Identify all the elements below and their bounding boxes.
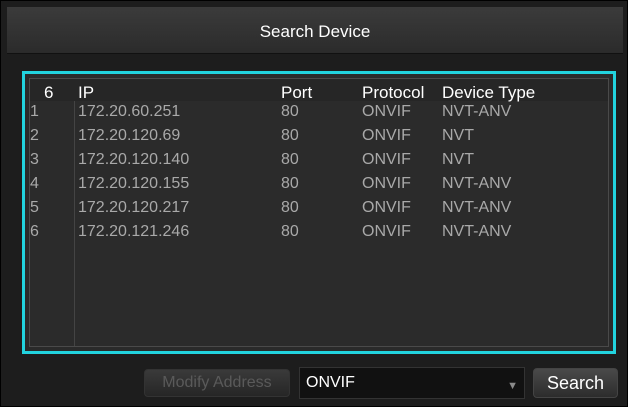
table-row[interactable]: 2 172.20.120.69 80 ONVIF NVT [30, 126, 608, 146]
search-device-dialog: Search Device 6 IP Port Protocol Device … [0, 0, 628, 407]
modify-address-button[interactable]: Modify Address [144, 369, 290, 397]
row-number: 5 [30, 199, 39, 216]
row-port: 80 [281, 151, 299, 168]
row-protocol: ONVIF [362, 151, 411, 168]
row-device-type: NVT-ANV [442, 175, 512, 192]
row-ip: 172.20.120.155 [78, 175, 190, 192]
chevron-down-icon[interactable]: ▼ [507, 380, 518, 392]
row-ip: 172.20.60.251 [78, 103, 181, 120]
column-header-port[interactable]: Port [281, 83, 312, 103]
row-device-type: NVT [442, 127, 474, 144]
row-number: 6 [30, 223, 39, 240]
row-number: 4 [30, 175, 39, 192]
search-button[interactable]: Search [533, 368, 618, 398]
protocol-select[interactable]: ONVIF ▼ [299, 367, 525, 399]
row-protocol: ONVIF [362, 175, 411, 192]
row-port: 80 [281, 223, 299, 240]
protocol-select-value: ONVIF [306, 374, 355, 391]
dialog-title: Search Device [259, 22, 371, 41]
row-number: 3 [30, 151, 39, 168]
table-header: 6 IP Port Protocol Device Type [30, 79, 608, 103]
row-ip: 172.20.120.140 [78, 151, 190, 168]
row-ip: 172.20.120.217 [78, 199, 190, 216]
device-count: 6 [44, 83, 54, 102]
column-header-ip[interactable]: IP [78, 83, 94, 103]
row-ip: 172.20.121.246 [78, 223, 190, 240]
footer-bar: Modify Address ONVIF ▼ Search [1, 359, 628, 408]
table-row[interactable]: 1 172.20.60.251 80 ONVIF NVT-ANV [30, 102, 608, 122]
row-protocol: ONVIF [362, 103, 411, 120]
table-row[interactable]: 3 172.20.120.140 80 ONVIF NVT [30, 150, 608, 170]
table-row[interactable]: 4 172.20.120.155 80 ONVIF NVT-ANV [30, 174, 608, 194]
row-number: 2 [30, 127, 39, 144]
column-header-protocol[interactable]: Protocol [362, 83, 424, 103]
row-port: 80 [281, 103, 299, 120]
row-port: 80 [281, 175, 299, 192]
table-row[interactable]: 5 172.20.120.217 80 ONVIF NVT-ANV [30, 198, 608, 218]
row-number: 1 [30, 103, 39, 120]
row-ip: 172.20.120.69 [78, 127, 181, 144]
row-protocol: ONVIF [362, 127, 411, 144]
row-device-type: NVT-ANV [442, 223, 512, 240]
row-device-type: NVT [442, 151, 474, 168]
table-row[interactable]: 6 172.20.121.246 80 ONVIF NVT-ANV [30, 222, 608, 242]
row-device-type: NVT-ANV [442, 103, 512, 120]
row-device-type: NVT-ANV [442, 199, 512, 216]
row-protocol: ONVIF [362, 199, 411, 216]
row-port: 80 [281, 199, 299, 216]
row-protocol: ONVIF [362, 223, 411, 240]
column-header-device-type[interactable]: Device Type [442, 83, 535, 103]
device-table[interactable]: 6 IP Port Protocol Device Type 1 172.20.… [22, 71, 616, 354]
row-port: 80 [281, 127, 299, 144]
title-bar[interactable]: Search Device [7, 7, 623, 54]
device-table-inner: 6 IP Port Protocol Device Type 1 172.20.… [29, 78, 609, 347]
